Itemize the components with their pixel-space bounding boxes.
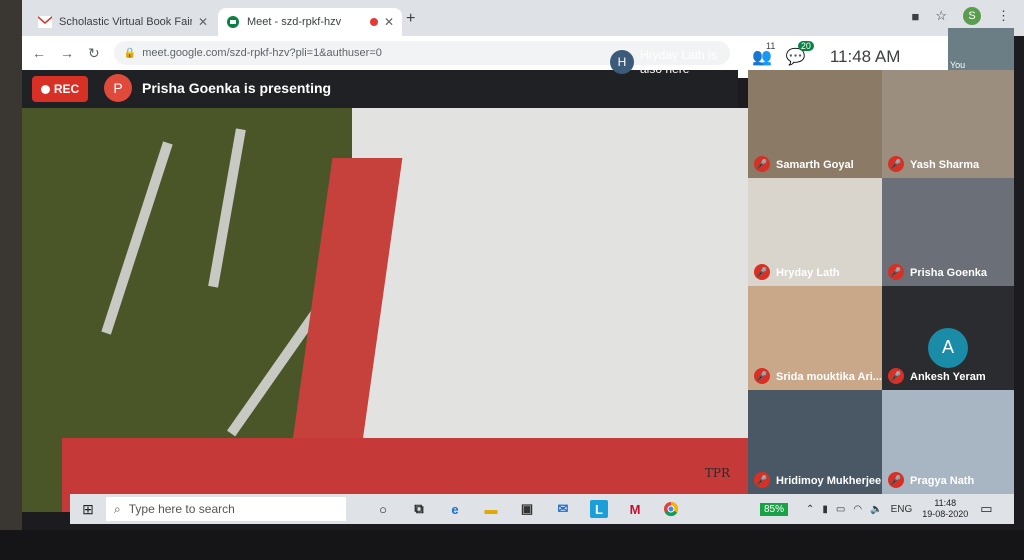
participants-count: 11: [766, 41, 776, 51]
new-tab-button[interactable]: +: [406, 10, 415, 28]
participant-name: Hridimoy Mukherjee: [776, 475, 882, 487]
self-label: You: [950, 60, 966, 70]
participant-name: Yash Sharma: [910, 159, 980, 171]
taskbar-clock[interactable]: 11:48 19-08-2020: [922, 498, 968, 520]
task-view-icon[interactable]: ⧉: [410, 500, 428, 518]
presentation-video: TPR: [22, 108, 748, 512]
taskbar-search-input[interactable]: ⌕ Type here to search: [106, 497, 346, 521]
reload-icon[interactable]: ↻: [88, 45, 100, 62]
presenter-avatar: P: [104, 74, 132, 102]
edge-icon[interactable]: e: [446, 500, 464, 518]
taskbar-time: 11:48: [934, 498, 957, 508]
browser-toolbar-right: ■ ☆ S ⋮: [911, 7, 1010, 25]
mic-muted-icon: 🎤: [888, 156, 904, 172]
participant-avatar: A: [928, 327, 968, 368]
meet-icon: [227, 16, 239, 28]
participant-tile[interactable]: 🎤 Hryday Lath: [748, 178, 882, 286]
browser-tab-strip: Scholastic Virtual Book Fair - shr ✕ Mee…: [22, 0, 1024, 36]
participant-name: Ankesh Yeram: [910, 371, 986, 383]
tab-title: Meet - szd-rpkf-hzv: [247, 16, 342, 28]
profile-avatar[interactable]: S: [963, 7, 981, 25]
l-app-icon[interactable]: L: [590, 500, 608, 518]
participant-name: Prisha Goenka: [910, 267, 988, 279]
close-tab-icon[interactable]: ✕: [198, 15, 208, 29]
participant-name: Samarth Goyal: [776, 159, 854, 171]
participant-tile[interactable]: 🎤 Hridimoy Mukherjee: [748, 390, 882, 494]
chat-icon: 💬: [785, 49, 806, 66]
meet-header: REC P Prisha Goenka is presenting H Hryd…: [22, 48, 738, 108]
tab-meet[interactable]: Meet - szd-rpkf-hzv ✕: [218, 8, 402, 36]
also-here-avatar: H: [610, 50, 634, 74]
mic-muted-icon: 🎤: [754, 156, 770, 172]
mic-muted-icon: 🎤: [754, 368, 770, 384]
file-explorer-icon[interactable]: ▬: [482, 500, 500, 518]
back-arrow-icon[interactable]: ←: [32, 45, 46, 61]
language-indicator[interactable]: ENG: [891, 504, 913, 515]
url-text: meet.google.com/szd-rpkf-hzv?pli=1&authu…: [142, 47, 382, 59]
wall-background: [0, 0, 22, 560]
forward-arrow-icon[interactable]: →: [60, 45, 74, 61]
people-icon: 👥: [752, 49, 772, 66]
mic-muted-icon: 🎤: [754, 264, 770, 280]
mic-muted-icon: 🎤: [754, 472, 770, 488]
battery-icon[interactable]: ▭: [836, 504, 845, 515]
gmail-icon: [38, 16, 52, 28]
recording-label: REC: [53, 82, 80, 96]
taskbar-date: 19-08-2020: [922, 509, 969, 519]
mic-muted-icon: 🎤: [888, 472, 904, 488]
tab-scholastic[interactable]: Scholastic Virtual Book Fair - shr ✕: [30, 8, 216, 36]
participant-tile[interactable]: 🎤 Prisha Goenka: [882, 178, 1014, 286]
wifi-icon[interactable]: ◠: [853, 504, 862, 515]
menu-kebab-icon[interactable]: ⋮: [997, 8, 1010, 24]
search-placeholder: Type here to search: [128, 502, 235, 516]
participant-tile[interactable]: A 🎤 Ankesh Yeram: [882, 286, 1014, 390]
recording-indicator-icon: [369, 18, 378, 26]
participant-tile[interactable]: 🎤 Samarth Goyal: [748, 70, 882, 178]
video-watermark: TPR: [704, 466, 730, 480]
self-view-tile[interactable]: You: [948, 28, 1014, 72]
also-here-text: Hryday Lath is also here: [640, 48, 717, 76]
participants-button[interactable]: 👥 11: [752, 41, 775, 67]
usb-icon[interactable]: ▮: [822, 504, 828, 515]
store-icon[interactable]: ▣: [518, 500, 536, 518]
participant-name: Srida mouktika Ari...: [776, 371, 882, 383]
mic-muted-icon: 🎤: [888, 264, 904, 280]
notification-icon[interactable]: ▭: [980, 501, 992, 517]
chrome-icon[interactable]: [662, 500, 680, 518]
monitor-bezel: [0, 530, 1024, 560]
mail-icon[interactable]: ✉: [554, 500, 572, 518]
chevron-up-icon[interactable]: ⌃: [806, 504, 814, 515]
search-icon: ⌕: [114, 501, 121, 516]
meet-clock: 11:48 AM: [829, 47, 901, 66]
participant-tile[interactable]: 🎤 Srida mouktika Ari...: [748, 286, 882, 390]
participant-name: Pragya Nath: [910, 475, 975, 487]
camera-icon[interactable]: ■: [911, 9, 919, 24]
bookmark-star-icon[interactable]: ☆: [935, 8, 947, 24]
chat-count: 20: [797, 41, 814, 51]
participant-tile[interactable]: 🎤 Yash Sharma: [882, 70, 1014, 178]
cortana-icon[interactable]: ○: [374, 500, 392, 518]
presenting-status: Prisha Goenka is presenting: [142, 80, 332, 96]
chat-button[interactable]: 💬 20: [785, 41, 814, 67]
windows-start-icon[interactable]: ⊞: [70, 501, 106, 518]
taskbar-apps: ○ ⧉ e ▬ ▣ ✉ L M: [374, 500, 680, 518]
participant-name: Hryday Lath: [776, 267, 840, 279]
close-tab-icon[interactable]: ✕: [384, 15, 394, 29]
video-sky-area: [352, 108, 748, 438]
volume-icon[interactable]: 🔈: [870, 504, 882, 515]
system-tray: ⌃ ▮ ▭ ◠ 🔈 ENG: [806, 504, 912, 515]
tab-title: Scholastic Virtual Book Fair - shr: [59, 16, 192, 28]
mcafee-icon[interactable]: M: [626, 500, 644, 518]
record-dot-icon: [40, 84, 50, 94]
participant-tile[interactable]: 🎤 Pragya Nath: [882, 390, 1014, 494]
battery-indicator[interactable]: 85%: [760, 502, 789, 516]
windows-taskbar: ⊞ ⌕ Type here to search ○ ⧉ e ▬ ▣ ✉ L M …: [70, 494, 1014, 524]
participant-grid: 🎤 Samarth Goyal 🎤 Yash Sharma 🎤 Hryday L…: [748, 70, 1014, 494]
lock-icon: 🔒: [123, 47, 137, 59]
recording-button[interactable]: REC: [32, 76, 88, 102]
mic-muted-icon: 🎤: [888, 368, 904, 384]
url-input[interactable]: 🔒 meet.google.com/szd-rpkf-hzv?pli=1&aut…: [113, 41, 730, 65]
